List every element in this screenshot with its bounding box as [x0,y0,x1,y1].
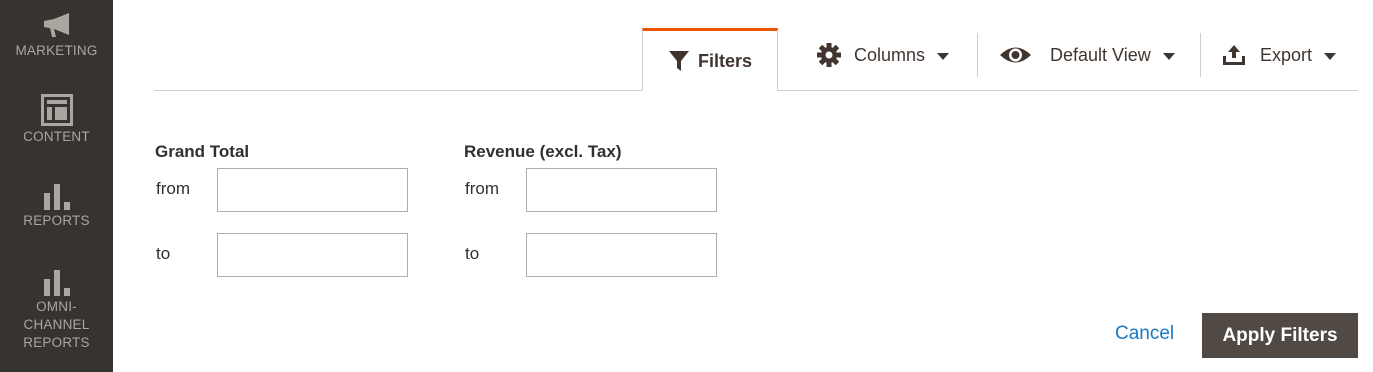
admin-sidebar: MARKETING CONTENT REPORTS OMNI- CHANNEL … [0,0,113,372]
gear-icon [817,43,841,67]
megaphone-icon [43,13,69,37]
export-button[interactable]: Export [1222,30,1337,80]
chevron-down-icon [1324,53,1337,60]
export-button-label: Export [1260,44,1313,65]
default-view-button[interactable]: Default View [999,30,1175,80]
default-view-label: Default View [1050,44,1151,65]
sidebar-item-label: MARKETING [15,43,98,58]
grand-total-from-input[interactable] [217,168,408,212]
filter-icon [668,51,689,71]
sidebar-item-label: REPORTS [23,213,90,228]
columns-button-label: Columns [854,44,926,65]
grand-total-filter-title: Grand Total [155,142,250,161]
chevron-down-icon [937,53,950,60]
chevron-down-icon [1162,53,1175,60]
grand-total-from-label: from [156,179,190,198]
toolbar-separator [1200,33,1201,77]
toolbar-separator [977,33,978,77]
filters-tab[interactable]: Filters [642,28,778,91]
sidebar-item-reports[interactable]: REPORTS [0,182,113,230]
bar-chart-icon [43,184,70,210]
cancel-button[interactable]: Cancel [1115,323,1174,345]
apply-filters-button[interactable]: Apply Filters [1202,313,1358,358]
eye-icon [1000,47,1031,63]
grand-total-to-input[interactable] [217,233,408,277]
revenue-from-label: from [465,179,499,198]
revenue-to-label: to [465,244,480,263]
sidebar-item-marketing[interactable]: MARKETING [0,12,113,60]
export-icon [1223,45,1245,65]
content-layout-icon [40,94,73,126]
bar-chart-icon [43,270,70,296]
revenue-to-input[interactable] [526,233,717,277]
grand-total-to-label: to [156,244,171,263]
revenue-from-input[interactable] [526,168,717,212]
columns-button[interactable]: Columns [816,30,950,80]
sidebar-item-omnichannel-reports[interactable]: OMNI- CHANNEL REPORTS [0,268,113,352]
sidebar-item-content[interactable]: CONTENT [0,94,113,146]
filters-tab-label: Filters [697,50,753,71]
revenue-filter-title: Revenue (excl. Tax) [464,142,622,161]
sidebar-item-label: CONTENT [23,129,90,144]
sidebar-item-label: OMNI- CHANNEL REPORTS [23,299,90,350]
